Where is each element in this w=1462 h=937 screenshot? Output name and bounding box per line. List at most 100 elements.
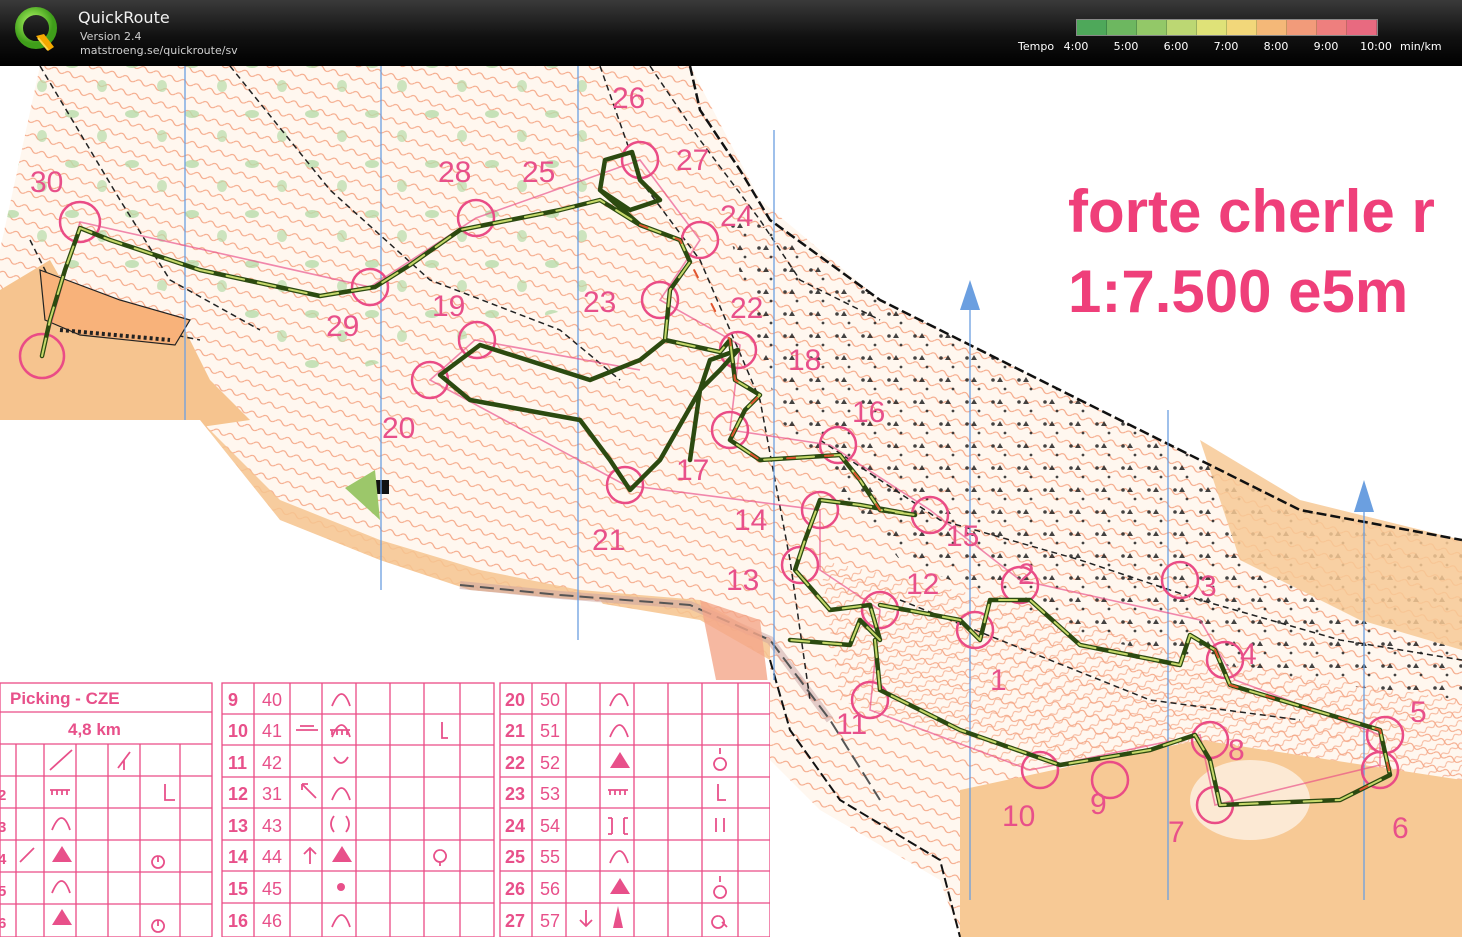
- north-arrow-1: [960, 280, 980, 310]
- sheet-row-number: 6: [0, 915, 6, 932]
- sheet-row-code: 50: [540, 690, 560, 710]
- sheet-event-name: Picking - CZE: [10, 689, 120, 708]
- sheet-row-number: 13: [228, 816, 248, 836]
- tempo-tick: 7:00: [1213, 40, 1239, 53]
- title-bar: QuickRoute Version 2.4 matstroeng.se/qui…: [0, 0, 1462, 66]
- sheet-row-code: 53: [540, 784, 560, 804]
- control-number: 4: [1240, 638, 1257, 671]
- map-title-line2: 1:7.500 e5m: [1068, 258, 1408, 325]
- sheet-row-number: 24: [505, 816, 525, 836]
- control-number: 21: [592, 524, 625, 557]
- tempo-color-segment: [1347, 20, 1377, 35]
- map-title-line1: forte cherle r: [1068, 178, 1435, 245]
- sheet-row-number: 20: [505, 690, 525, 710]
- tempo-tick: 10:00: [1360, 40, 1392, 53]
- control-number: 28: [438, 156, 471, 189]
- control-number: 29: [326, 310, 359, 343]
- sheet-row-code: 31: [262, 784, 282, 804]
- control-number: 18: [788, 344, 821, 377]
- sheet-row-number: 16: [228, 911, 248, 931]
- control-number: 30: [30, 166, 63, 199]
- control-number: 10: [1002, 800, 1035, 833]
- control-number: 8: [1228, 734, 1245, 767]
- control-number: 5: [1410, 696, 1427, 729]
- control-number: 17: [676, 454, 709, 487]
- sheet-row-code: 43: [262, 816, 282, 836]
- tempo-unit: min/km: [1400, 40, 1442, 53]
- control-number: 9: [1090, 788, 1107, 821]
- tempo-tick: 8:00: [1263, 40, 1289, 53]
- orienteering-map[interactable]: 30 26 27 28 25 24 29 19 23 22 18 20 16 1…: [0, 66, 1462, 937]
- control-number: 15: [946, 520, 979, 553]
- tempo-color-segment: [1077, 20, 1107, 35]
- sheet-row-number: 27: [505, 911, 525, 931]
- control-number: 24: [720, 200, 753, 233]
- control-number: 1: [990, 664, 1007, 697]
- control-number: 20: [382, 412, 415, 445]
- quickroute-window: QuickRoute Version 2.4 matstroeng.se/qui…: [0, 0, 1462, 937]
- control-number: 2: [1018, 558, 1035, 591]
- tempo-color-segment: [1317, 20, 1347, 35]
- control-number: 12: [906, 568, 939, 601]
- sheet-row-code: 57: [540, 911, 560, 931]
- sheet-row-number: 3: [0, 819, 6, 836]
- control-number: 22: [730, 292, 763, 325]
- tempo-color-segment: [1137, 20, 1167, 35]
- tempo-legend: Tempo 4:00 5:00 6:00 7:00 8:00 9:00 10:0…: [1010, 18, 1450, 58]
- tempo-color-segment: [1167, 20, 1197, 35]
- sheet-row-code: 44: [262, 847, 282, 867]
- tempo-color-segment: [1287, 20, 1317, 35]
- sheet-row-number: 4: [0, 851, 7, 868]
- tempo-tick: 6:00: [1163, 40, 1189, 53]
- tempo-color-segment: [1257, 20, 1287, 35]
- control-number: 23: [583, 286, 616, 319]
- app-title: QuickRoute: [78, 8, 170, 27]
- sheet-row-code: 42: [262, 753, 282, 773]
- control-number: 26: [612, 82, 645, 115]
- tempo-label: Tempo: [1018, 40, 1055, 53]
- tempo-tick: 9:00: [1313, 40, 1339, 53]
- control-number: 16: [852, 396, 885, 429]
- sheet-row-number: 12: [228, 784, 248, 804]
- sheet-row-code: 40: [262, 690, 282, 710]
- tempo-color-segment: [1107, 20, 1137, 35]
- sheet-course-length: 4,8 km: [68, 720, 121, 739]
- tempo-color-segment: [1197, 20, 1227, 35]
- sheet-row-number: 23: [505, 784, 525, 804]
- sheet-row-code: 46: [262, 911, 282, 931]
- tempo-color-scale: [1076, 19, 1378, 36]
- app-url: matstroeng.se/quickroute/sv: [80, 44, 238, 57]
- sheet-row-code: 54: [540, 816, 560, 836]
- sheet-row-code: 56: [540, 879, 560, 899]
- tempo-color-segment: [1227, 20, 1257, 35]
- control-number: 27: [676, 144, 709, 177]
- control-number: 3: [1200, 570, 1217, 603]
- quickroute-logo-icon: [15, 7, 57, 51]
- sheet-row-number: 15: [228, 879, 248, 899]
- sheet-row-number: 14: [228, 847, 248, 867]
- sheet-row-number: 26: [505, 879, 525, 899]
- control-number: 19: [432, 290, 465, 323]
- sheet-row-number: 11: [228, 753, 247, 773]
- sheet-row-number: 2: [0, 787, 6, 804]
- control-description-sheet: Picking - CZE 4,8 km 2 3 4 5 6 9 40 10 4…: [0, 680, 770, 937]
- tempo-tick: 5:00: [1113, 40, 1139, 53]
- sheet-row-code: 51: [540, 721, 560, 741]
- control-number: 25: [522, 156, 555, 189]
- sheet-row-number: 9: [228, 690, 238, 710]
- control-number: 7: [1168, 816, 1185, 849]
- control-number: 6: [1392, 812, 1409, 845]
- sheet-row-code: 45: [262, 879, 282, 899]
- control-number: 11: [836, 708, 867, 741]
- sheet-row-code: 52: [540, 753, 560, 773]
- sheet-row-number: 22: [505, 753, 525, 773]
- sheet-row-number: 25: [505, 847, 525, 867]
- sheet-row-code: 41: [262, 721, 282, 741]
- control-number: 13: [726, 564, 759, 597]
- sheet-row-code: 55: [540, 847, 560, 867]
- sheet-row-number: 21: [505, 721, 525, 741]
- control-number: 14: [734, 504, 767, 537]
- sheet-row-number: 10: [228, 721, 248, 741]
- app-version: Version 2.4: [80, 30, 142, 43]
- north-arrow-2: [1354, 480, 1374, 512]
